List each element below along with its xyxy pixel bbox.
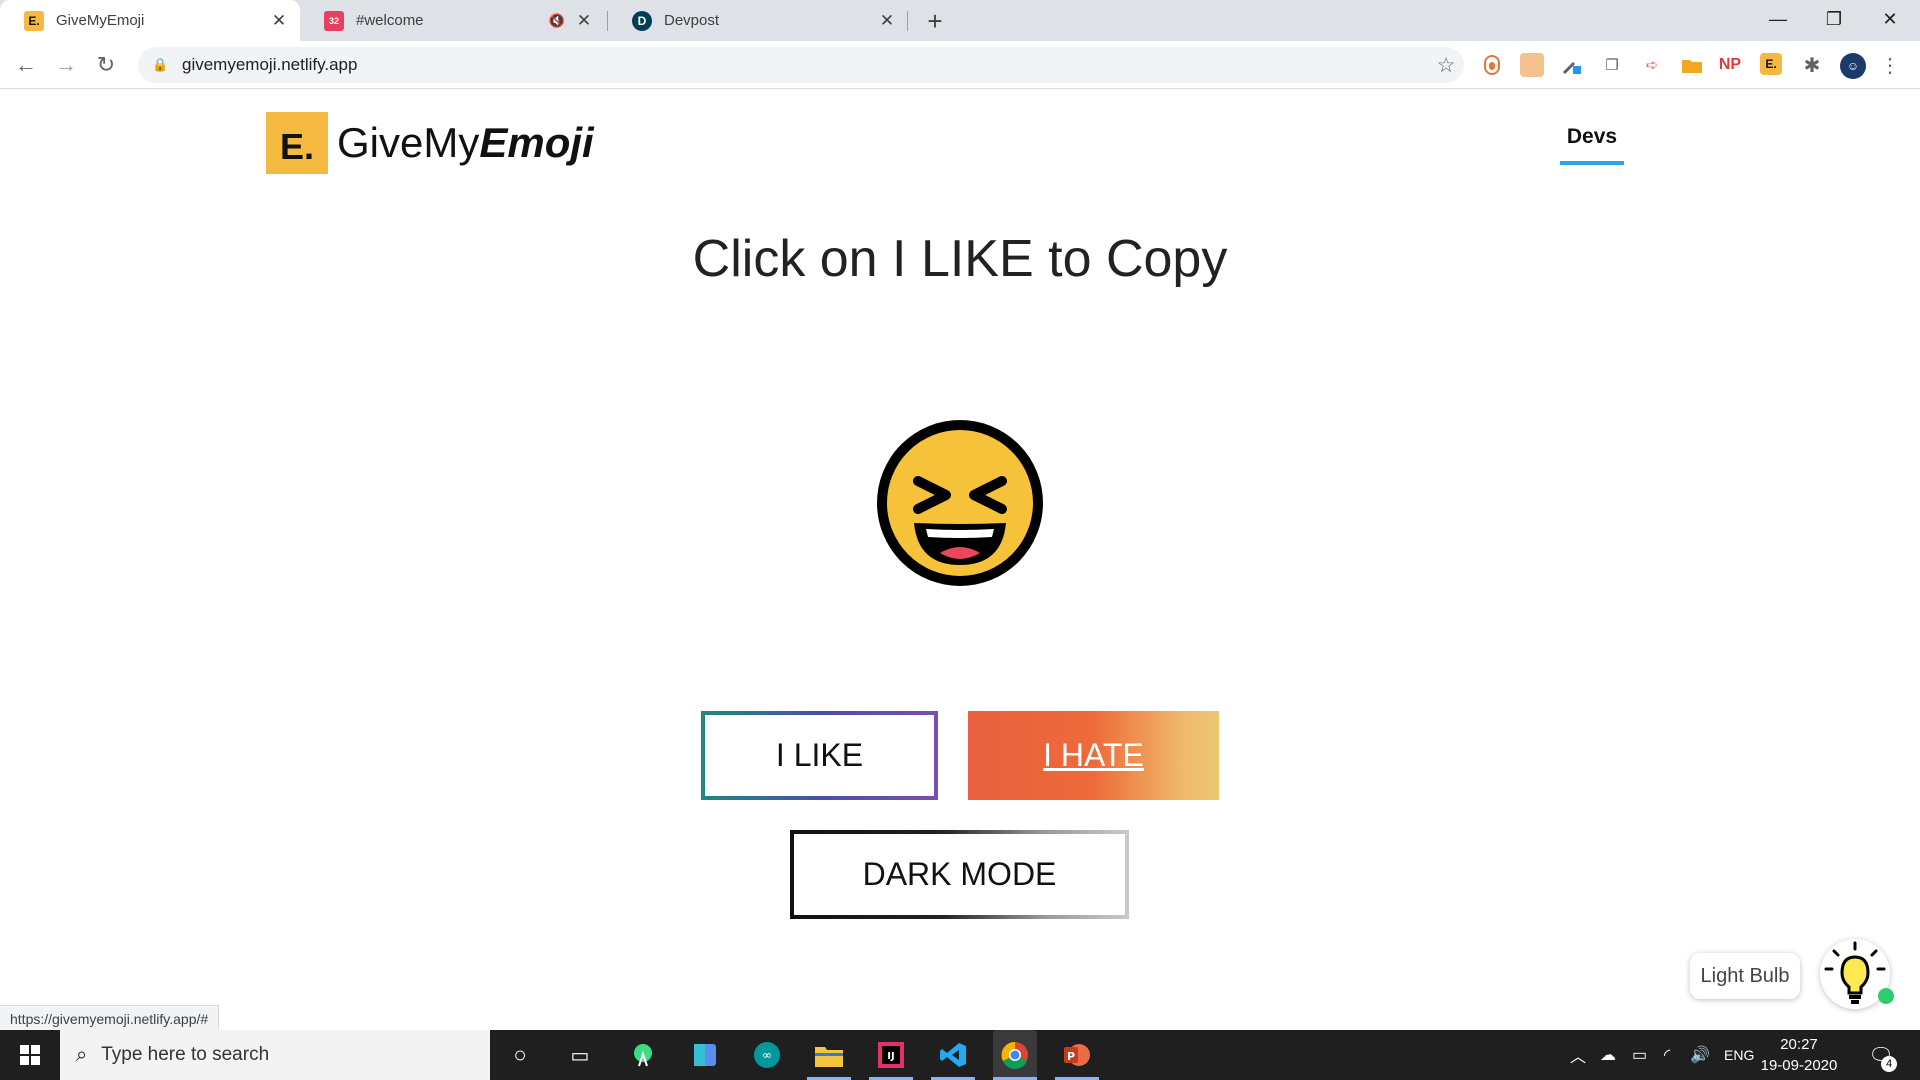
- tab-favicon: D: [632, 10, 652, 31]
- extension-givemyemoji-icon[interactable]: E.: [1760, 53, 1782, 75]
- bookmark-star-icon[interactable]: ☆: [1428, 53, 1464, 78]
- tab-favicon: E.: [24, 10, 44, 31]
- address-url[interactable]: givemyemoji.netlify.app: [182, 55, 1428, 75]
- profile-avatar[interactable]: ☺: [1840, 53, 1866, 79]
- lock-icon: 🔒: [152, 57, 169, 72]
- app-square-icon[interactable]: [688, 1038, 722, 1072]
- tab-title: Devpost: [664, 12, 720, 29]
- back-arrow-icon[interactable]: ←: [10, 49, 42, 81]
- minimize-button[interactable]: —: [1750, 0, 1806, 38]
- tab-welcome[interactable]: 32 #welcome 🔇 ✕: [300, 0, 605, 41]
- puzzle-icon[interactable]: ✱: [1800, 53, 1824, 77]
- clock-time: 20:27: [1780, 1036, 1818, 1053]
- extension-honey-icon[interactable]: [1480, 53, 1504, 77]
- address-bar[interactable]: 🔒 givemyemoji.netlify.app ☆: [138, 47, 1464, 83]
- browser-toolbar: ← → ↻ 🔒 givemyemoji.netlify.app ☆ ❐ ➪ NP…: [0, 41, 1920, 89]
- dark-mode-button[interactable]: DARK MODE: [790, 830, 1129, 919]
- logo-text: GiveMyEmoji: [337, 119, 594, 167]
- close-icon[interactable]: ✕: [876, 10, 898, 32]
- tab-favicon: 32: [324, 10, 344, 31]
- page-headline: Click on I LIKE to Copy: [692, 230, 1228, 288]
- battery-icon[interactable]: ▭: [1632, 1030, 1647, 1080]
- intellij-icon[interactable]: IJ: [874, 1038, 908, 1072]
- window-close-button[interactable]: ✕: [1862, 0, 1918, 38]
- site-logo[interactable]: E. GiveMyEmoji: [266, 112, 594, 174]
- volume-icon[interactable]: 🔊: [1690, 1030, 1710, 1080]
- status-dot: [1878, 988, 1894, 1004]
- light-bulb-label[interactable]: Light Bulb: [1690, 953, 1800, 999]
- file-explorer-icon[interactable]: [812, 1038, 846, 1072]
- chrome-icon[interactable]: [993, 1030, 1037, 1080]
- nav-devs-link[interactable]: Devs: [1560, 125, 1624, 165]
- svg-text:∞: ∞: [762, 1048, 772, 1062]
- onedrive-icon[interactable]: ☁: [1600, 1030, 1616, 1080]
- taskbar-clock[interactable]: 20:27 19-09-2020: [1754, 1034, 1844, 1076]
- cortana-icon[interactable]: ○: [503, 1038, 537, 1072]
- close-icon[interactable]: ✕: [573, 10, 595, 32]
- extension-np-icon[interactable]: NP: [1718, 53, 1742, 77]
- powerpoint-icon[interactable]: P: [1060, 1038, 1094, 1072]
- page-content: E. GiveMyEmoji Devs Click on I LIKE to C…: [0, 89, 1920, 1011]
- i-like-button[interactable]: I LIKE: [701, 711, 938, 800]
- arduino-icon[interactable]: ∞: [750, 1038, 784, 1072]
- wifi-icon[interactable]: ◜: [1664, 1030, 1670, 1080]
- reload-icon[interactable]: ↻: [90, 49, 122, 81]
- input-language[interactable]: ENG: [1724, 1030, 1754, 1080]
- extension-copy-icon[interactable]: ❐: [1600, 53, 1624, 77]
- forward-arrow-icon[interactable]: →: [50, 49, 82, 81]
- logo-text-plain: GiveMy: [337, 119, 480, 166]
- new-tab-button[interactable]: +: [920, 6, 950, 36]
- i-hate-button[interactable]: I HATE: [968, 711, 1219, 800]
- search-placeholder: Type here to search: [101, 1044, 270, 1065]
- mute-icon[interactable]: 🔇: [549, 13, 565, 29]
- svg-text:P: P: [1067, 1050, 1075, 1063]
- extension-folder-icon[interactable]: [1680, 53, 1704, 77]
- notification-badge: 4: [1881, 1056, 1897, 1072]
- tab-title: GiveMyEmoji: [56, 12, 145, 29]
- logo-mark: E.: [266, 112, 328, 174]
- tab-separator: [907, 11, 908, 31]
- status-url-bar: https://givemyemoji.netlify.app/#: [0, 1005, 220, 1032]
- clock-date: 19-09-2020: [1760, 1057, 1838, 1074]
- tab-givemyemoji[interactable]: E. GiveMyEmoji ✕: [0, 0, 300, 41]
- restore-button[interactable]: ❐: [1806, 0, 1862, 38]
- tab-devpost[interactable]: D Devpost ✕: [608, 0, 908, 41]
- android-studio-icon[interactable]: [626, 1038, 660, 1072]
- close-icon[interactable]: ✕: [268, 10, 290, 32]
- tray-chevron-icon[interactable]: ︿: [1570, 1030, 1586, 1080]
- search-icon: ⌕: [76, 1043, 88, 1066]
- vscode-icon[interactable]: [936, 1038, 970, 1072]
- browser-tab-strip: E. GiveMyEmoji ✕ 32 #welcome 🔇 ✕ D Devpo…: [0, 0, 1920, 41]
- more-menu-icon[interactable]: ⋮: [1878, 53, 1902, 77]
- task-view-icon[interactable]: ▭: [563, 1038, 597, 1072]
- start-button[interactable]: [0, 1030, 60, 1080]
- taskbar: ⌕ Type here to search ○ ▭ ∞ IJ P ︿ ☁ ▭ ◜…: [0, 1030, 1920, 1080]
- extension-face-icon[interactable]: [1520, 53, 1544, 77]
- extension-arrow-icon[interactable]: ➪: [1640, 53, 1664, 77]
- logo-text-italic: Emoji: [479, 119, 594, 166]
- extension-eyedropper-icon[interactable]: [1560, 53, 1584, 77]
- svg-text:IJ: IJ: [887, 1051, 894, 1062]
- windows-icon: [20, 1045, 40, 1065]
- taskbar-search[interactable]: ⌕ Type here to search: [60, 1030, 490, 1080]
- emoji-display: [877, 420, 1043, 586]
- tab-title: #welcome: [356, 12, 424, 29]
